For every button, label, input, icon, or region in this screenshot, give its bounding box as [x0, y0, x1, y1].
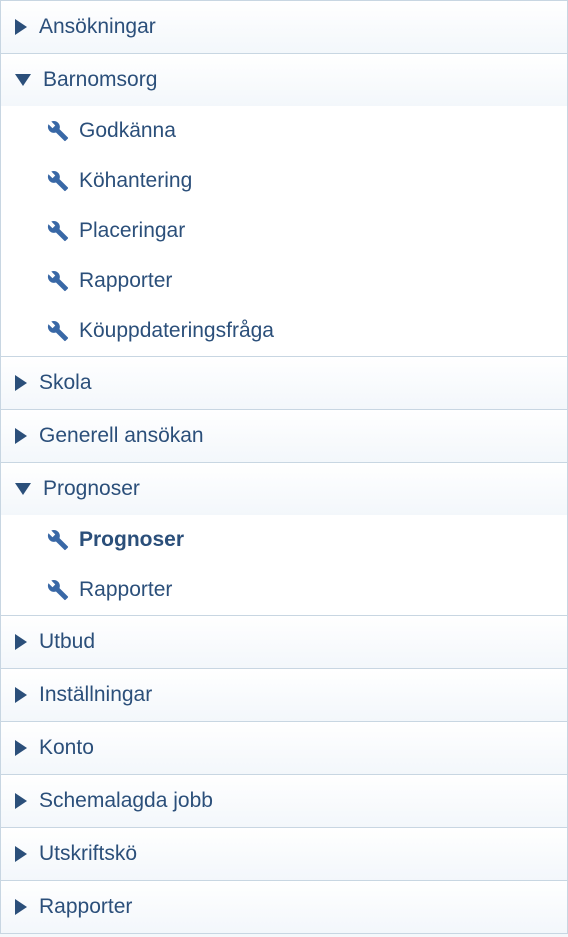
- wrench-icon: [47, 270, 69, 292]
- nav-group-label: Utskriftskö: [39, 842, 137, 866]
- nav-group-label: Ansökningar: [39, 15, 156, 39]
- nav-group-utskriftsko[interactable]: Utskriftskö: [1, 827, 567, 881]
- nav-group-label: Skola: [39, 371, 92, 395]
- wrench-icon: [47, 170, 69, 192]
- nav-group-label: Prognoser: [43, 477, 140, 501]
- nav-item-label: Rapporter: [79, 578, 172, 602]
- chevron-right-icon: [15, 846, 27, 862]
- nav-group-ansokningar[interactable]: Ansökningar: [1, 0, 567, 54]
- wrench-icon: [47, 120, 69, 142]
- nav-group-label: Generell ansökan: [39, 424, 204, 448]
- chevron-right-icon: [15, 375, 27, 391]
- nav-group-label: Inställningar: [39, 683, 152, 707]
- nav-group-konto[interactable]: Konto: [1, 721, 567, 775]
- nav-item-label: Köuppdateringsfråga: [79, 319, 274, 343]
- nav-item-label: Prognoser: [79, 528, 184, 552]
- nav-item-label: Godkänna: [79, 119, 176, 143]
- wrench-icon: [47, 220, 69, 242]
- chevron-right-icon: [15, 899, 27, 915]
- chevron-right-icon: [15, 428, 27, 444]
- nav-item-label: Köhantering: [79, 169, 192, 193]
- wrench-icon: [47, 529, 69, 551]
- nav-item-kohantering[interactable]: Köhantering: [1, 156, 567, 206]
- wrench-icon: [47, 579, 69, 601]
- nav-group-label: Rapporter: [39, 895, 132, 919]
- chevron-down-icon: [15, 483, 31, 495]
- navigation-tree: Ansökningar Barnomsorg Godkänna Köhanter…: [0, 0, 568, 934]
- chevron-right-icon: [15, 740, 27, 756]
- nav-group-label: Barnomsorg: [43, 68, 157, 92]
- nav-group-label: Schemalagda jobb: [39, 789, 213, 813]
- nav-item-kouppdateringsfraga[interactable]: Köuppdateringsfråga: [1, 306, 567, 356]
- nav-group-installningar[interactable]: Inställningar: [1, 668, 567, 722]
- chevron-right-icon: [15, 687, 27, 703]
- nav-item-prognoser[interactable]: Prognoser: [1, 515, 567, 565]
- nav-group-prognoser[interactable]: Prognoser: [1, 462, 567, 516]
- nav-item-rapporter-barnomsorg[interactable]: Rapporter: [1, 256, 567, 306]
- nav-group-label: Utbud: [39, 630, 95, 654]
- nav-item-godkanna[interactable]: Godkänna: [1, 106, 567, 156]
- nav-group-generell-ansokan[interactable]: Generell ansökan: [1, 409, 567, 463]
- nav-group-utbud[interactable]: Utbud: [1, 615, 567, 669]
- chevron-down-icon: [15, 74, 31, 86]
- nav-item-rapporter-prognoser[interactable]: Rapporter: [1, 565, 567, 615]
- nav-item-label: Placeringar: [79, 219, 185, 243]
- chevron-right-icon: [15, 19, 27, 35]
- nav-item-label: Rapporter: [79, 269, 172, 293]
- nav-group-rapporter[interactable]: Rapporter: [1, 880, 567, 934]
- nav-group-skola[interactable]: Skola: [1, 356, 567, 410]
- chevron-right-icon: [15, 634, 27, 650]
- nav-group-barnomsorg[interactable]: Barnomsorg: [1, 53, 567, 107]
- chevron-right-icon: [15, 793, 27, 809]
- nav-group-label: Konto: [39, 736, 94, 760]
- nav-item-placeringar[interactable]: Placeringar: [1, 206, 567, 256]
- nav-group-schemalagda-jobb[interactable]: Schemalagda jobb: [1, 774, 567, 828]
- wrench-icon: [47, 320, 69, 342]
